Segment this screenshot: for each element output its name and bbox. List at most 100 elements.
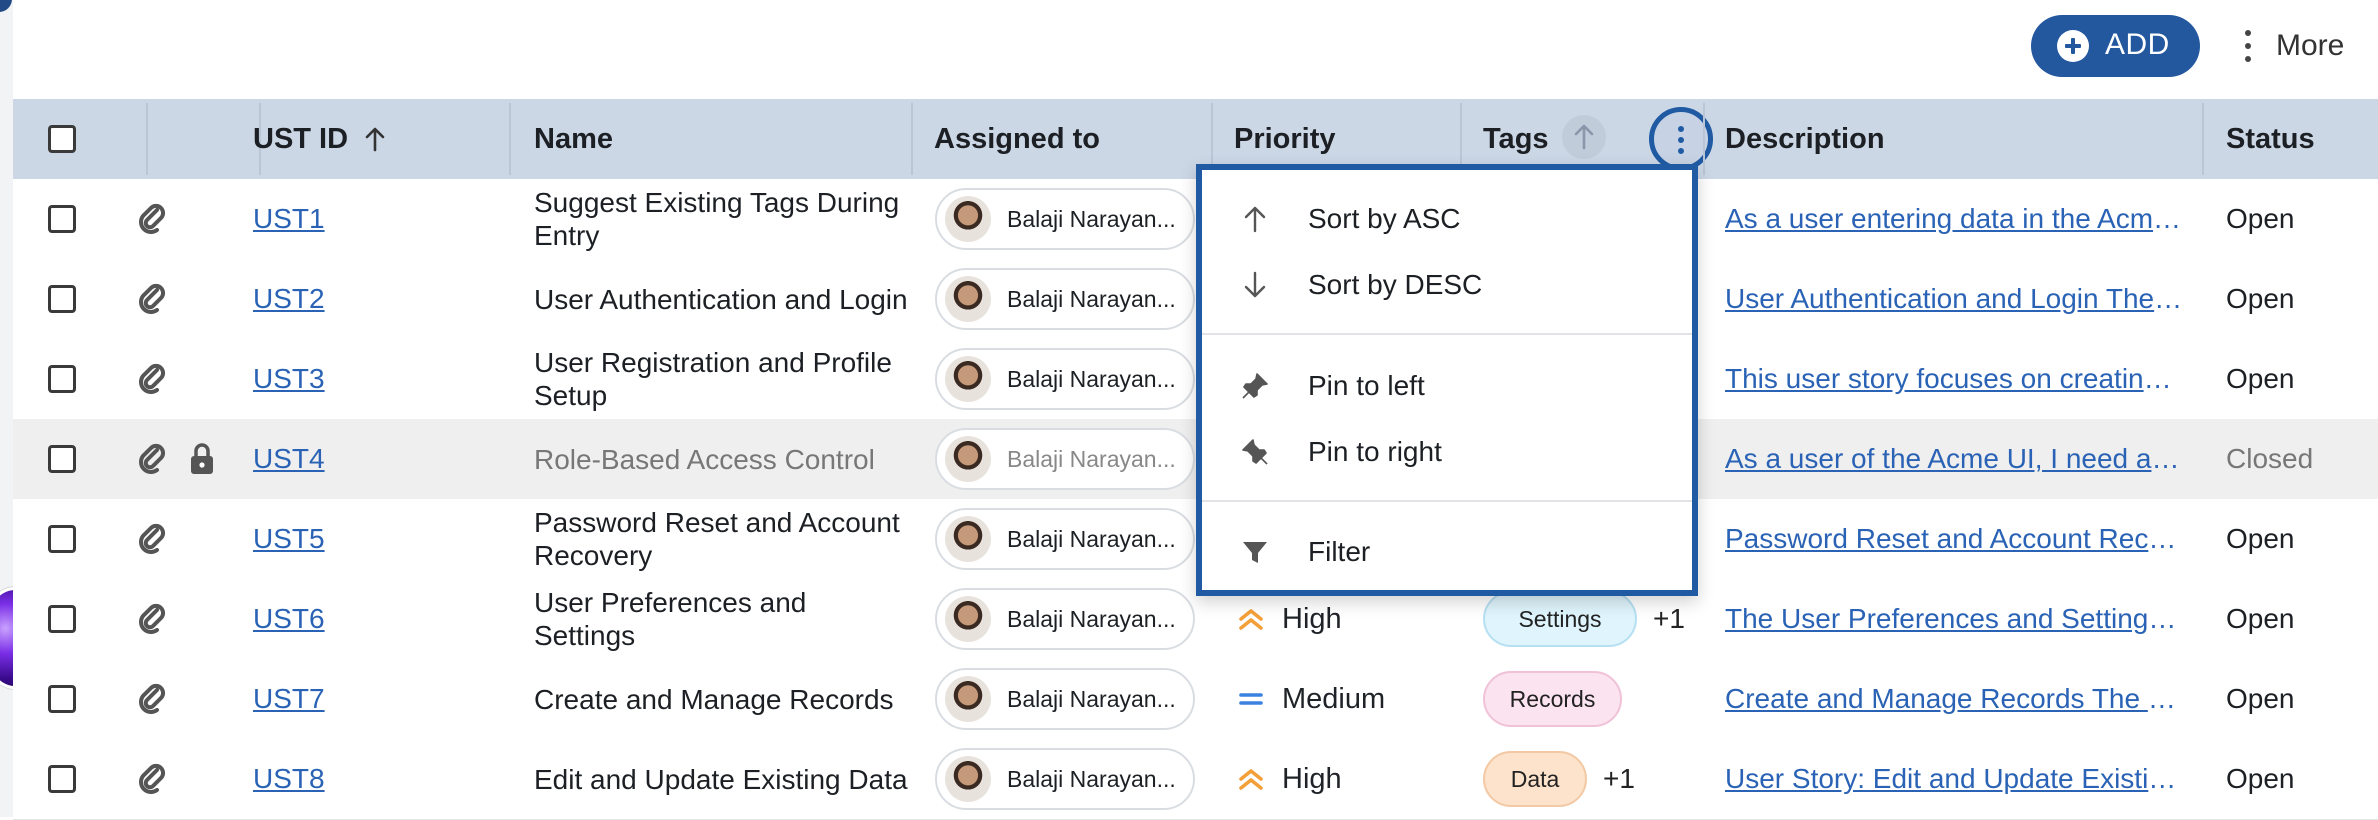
attachment-icon[interactable] [137, 659, 167, 739]
ust-id-cell: UST3 [253, 339, 325, 419]
menu-item-sort-asc[interactable]: Sort by ASC [1202, 188, 1692, 250]
description-link[interactable]: User Authentication and Login The ... [1725, 283, 2185, 315]
header-tags-label: Tags [1483, 122, 1549, 155]
attachment-icon[interactable] [137, 179, 167, 259]
ust-id-link[interactable]: UST4 [253, 443, 325, 475]
attachment-icon[interactable] [137, 739, 167, 819]
ust-id-link[interactable]: UST3 [253, 363, 325, 395]
attachment-icon[interactable] [137, 579, 167, 659]
header-description[interactable]: Description [1725, 99, 1885, 179]
sort-ascending-icon[interactable] [364, 126, 386, 152]
description-link[interactable]: As a user of the Acme UI, I need a ro... [1725, 443, 2185, 475]
status-cell: Open [2226, 283, 2295, 314]
tag-chip[interactable]: Data [1483, 751, 1587, 807]
status-cell: Open [2226, 763, 2295, 794]
assignee-chip[interactable]: Balaji Narayan... [935, 748, 1195, 810]
ust-id-link[interactable]: UST6 [253, 603, 325, 635]
status-cell: Closed [2226, 443, 2314, 474]
assignee-chip[interactable]: Balaji Narayan... [935, 428, 1195, 490]
more-tags-count[interactable]: +1 [1603, 739, 1635, 819]
tags-sort-button[interactable] [1562, 115, 1606, 159]
assignee-chip[interactable]: Balaji Narayan... [935, 588, 1195, 650]
row-checkbox[interactable] [48, 285, 76, 313]
description-cell: User Authentication and Login The ... [1725, 259, 2185, 339]
row-checkbox[interactable] [48, 365, 76, 393]
row-select-cell [48, 579, 76, 659]
menu-item-label: Filter [1308, 536, 1371, 567]
column-divider[interactable] [509, 103, 511, 175]
assignee-name: Balaji Narayan... [1007, 605, 1176, 632]
row-select-cell [48, 659, 76, 739]
select-all-checkbox[interactable] [48, 125, 76, 153]
description-cell: As a user entering data in the Acme ... [1725, 179, 2185, 259]
attachment-icon[interactable] [137, 419, 167, 499]
header-name-label: Name [534, 122, 613, 155]
header-name[interactable]: Name [534, 99, 613, 179]
attachment-icon[interactable] [137, 499, 167, 579]
attachment-icon[interactable] [137, 339, 167, 419]
row-checkbox[interactable] [48, 525, 76, 553]
description-link[interactable]: User Story: Edit and Update Existin... [1725, 763, 2185, 795]
menu-divider [1202, 333, 1692, 335]
plus-icon [2057, 30, 2089, 62]
assignee-name: Balaji Narayan... [1007, 765, 1176, 792]
ust-id-link[interactable]: UST1 [253, 203, 325, 235]
header-ust-id-label: UST ID [253, 122, 349, 155]
row-checkbox[interactable] [48, 205, 76, 233]
assignee-name: Balaji Narayan... [1007, 365, 1176, 392]
ust-id-link[interactable]: UST2 [253, 283, 325, 315]
header-status[interactable]: Status [2226, 99, 2315, 179]
assignee-name: Balaji Narayan... [1007, 285, 1176, 312]
ust-id-cell: UST5 [253, 499, 325, 579]
attachment-icon[interactable] [137, 259, 167, 339]
assignee-chip[interactable]: Balaji Narayan... [935, 348, 1195, 410]
row-select-cell [48, 259, 76, 339]
ust-id-link[interactable]: UST7 [253, 683, 325, 715]
tag-chip[interactable]: Settings [1483, 591, 1637, 647]
tag-chip[interactable]: Records [1483, 671, 1622, 727]
row-checkbox[interactable] [48, 685, 76, 713]
status-cell: Open [2226, 203, 2295, 234]
pin-right-icon [1242, 439, 1268, 465]
assignee-name: Balaji Narayan... [1007, 685, 1176, 712]
priority-cell: High [1238, 739, 1342, 819]
header-assigned-to[interactable]: Assigned to [934, 99, 1100, 179]
description-link[interactable]: Password Reset and Account Recov... [1725, 523, 2185, 555]
menu-item-sort-desc[interactable]: Sort by DESC [1202, 254, 1692, 316]
menu-item-filter[interactable]: Filter [1202, 521, 1692, 583]
more-button[interactable]: More [2238, 22, 2344, 70]
row-checkbox[interactable] [48, 605, 76, 633]
left-edge-strip [0, 0, 13, 817]
column-divider[interactable] [146, 103, 148, 175]
column-options-menu: Sort by ASC Sort by DESC Pin to left Pin… [1196, 164, 1698, 596]
description-link[interactable]: The User Preferences and Settings f... [1725, 603, 2185, 635]
header-ust-id[interactable]: UST ID [253, 99, 386, 179]
filter-icon [1243, 542, 1267, 563]
column-divider[interactable] [911, 103, 913, 175]
description-link[interactable]: As a user entering data in the Acme ... [1725, 203, 2185, 235]
assignee-name: Balaji Narayan... [1007, 445, 1176, 472]
status-cell: Open [2226, 683, 2295, 714]
assignee-chip[interactable]: Balaji Narayan... [935, 508, 1195, 570]
description-link[interactable]: Create and Manage Records The us... [1725, 683, 2185, 715]
column-divider[interactable] [2202, 103, 2204, 175]
table-row[interactable]: UST7 Create and Manage Records Balaji Nara… [13, 659, 2378, 740]
ust-id-link[interactable]: UST8 [253, 763, 325, 795]
column-divider[interactable] [1703, 103, 1705, 175]
name-cell: Suggest Existing Tags During Entry [534, 187, 900, 251]
menu-item-label: Sort by ASC [1308, 203, 1461, 234]
menu-item-pin-left[interactable]: Pin to left [1202, 355, 1692, 417]
row-checkbox[interactable] [48, 445, 76, 473]
arrow-up-icon [1244, 206, 1266, 233]
row-checkbox[interactable] [48, 765, 76, 793]
add-button[interactable]: ADD [2031, 15, 2200, 77]
ust-id-link[interactable]: UST5 [253, 523, 325, 555]
assignee-chip[interactable]: Balaji Narayan... [935, 268, 1195, 330]
assignee-chip[interactable]: Balaji Narayan... [935, 668, 1195, 730]
menu-item-label: Pin to left [1308, 370, 1425, 401]
description-link[interactable]: This user story focuses on creating ... [1725, 363, 2185, 395]
assignee-chip[interactable]: Balaji Narayan... [935, 188, 1195, 250]
menu-item-pin-right[interactable]: Pin to right [1202, 421, 1692, 483]
priority-label: Medium [1282, 682, 1386, 715]
table-row[interactable]: UST8 Edit and Update Existing Data Balaji … [13, 739, 2378, 820]
